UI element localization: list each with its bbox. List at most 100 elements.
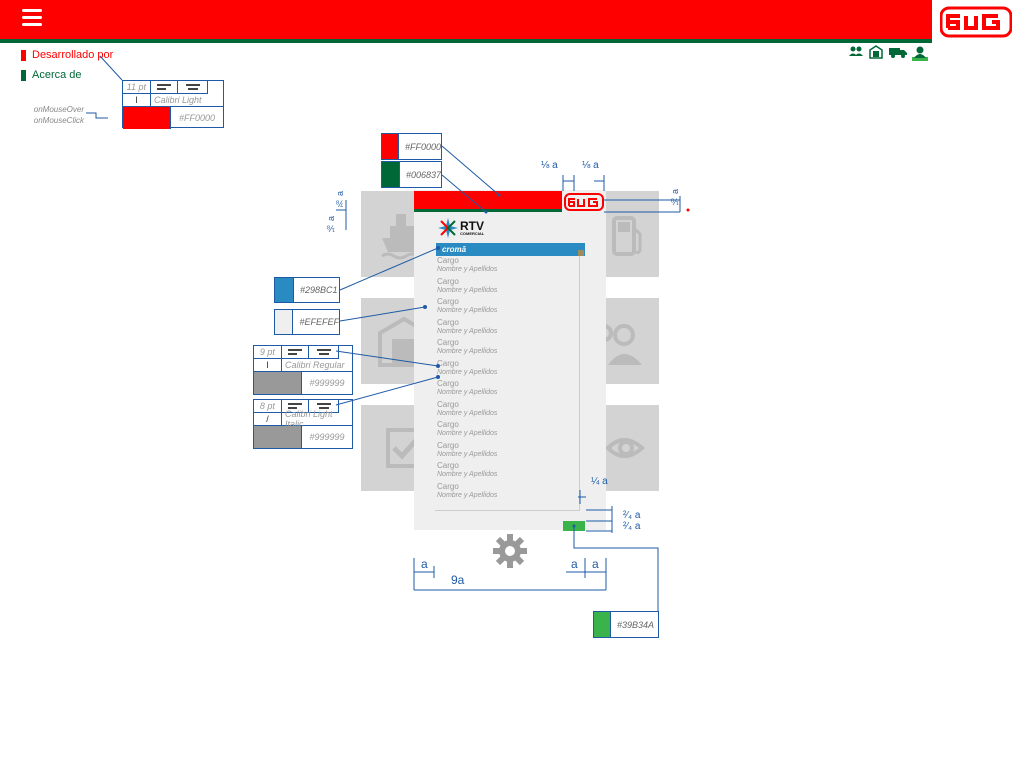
list-item-name: Nombre y Apellidos [437,348,498,355]
menu-item-developed-by[interactable]: Desarrollado por [21,48,113,62]
dim-a: a [421,557,428,571]
list-item-name: Nombre y Apellidos [437,307,498,314]
align-center-icon [178,81,207,93]
menu-item-marker [21,49,26,61]
list-item[interactable]: Cargo Nombre y Apellidos [435,400,579,421]
dim-two-quarters-a: ²⁄₄ a [623,510,641,521]
font-size-label: 9 pt [254,346,282,358]
cargo-typography-spec: 9 pt I Calibri Regular #999999 [253,345,353,395]
settings-gear-icon[interactable] [492,533,528,569]
color-code-label: #006837 [405,169,441,180]
list-item-role: Cargo [437,481,459,491]
design-spec-canvas: Desarrollado por Acerca de 11 pt I Calib… [0,0,1025,769]
color-chip [275,278,294,302]
list-item[interactable]: Cargo Nombre y Apellidos [435,461,579,482]
list-item[interactable]: Cargo Nombre y Apellidos [435,256,579,277]
list-item-role: Cargo [437,317,459,327]
color-chip [123,107,171,129]
building-icon[interactable] [868,45,884,59]
truck-icon[interactable] [888,45,908,59]
phone-header-bar [414,191,562,209]
list-item-name: Nombre y Apellidos [437,409,498,417]
action-button[interactable] [563,521,585,531]
top-bar [0,0,932,39]
list-item-role: Cargo [437,358,459,368]
list-item-name: Nombre y Apellidos [437,450,498,458]
list-item[interactable]: Cargo Nombre y Apellidos [435,297,579,318]
dim-nine-a: 9a [451,573,465,587]
rtv-brand-logo: RTV COMERCIAL [438,218,488,238]
color-code-label: #FF0000 [404,141,441,152]
list-item[interactable]: Cargo Nombre y Apellidos [435,277,579,298]
font-name-label: Calibri Regular [285,360,345,370]
header-icon-group [848,45,928,61]
font-name-label: Calibri Light [154,95,202,105]
color-code-label: #298BC1 [300,285,338,295]
contact-list: Cargo Nombre y Apellidos Cargo Nombre y Ape… [435,256,580,511]
color-swatch-bg: #EFEFEF [274,309,340,335]
dim-eighth-a: ⅛ a [326,216,336,234]
list-item-role: Cargo [437,256,459,265]
list-item[interactable]: Cargo Nombre y Apellidos [435,482,579,503]
list-item-role: Cargo [437,338,459,347]
list-item[interactable]: Cargo Nombre y Apellidos [435,318,579,339]
font-cursor-icon: I [123,94,151,106]
font-cursor-icon: I [254,359,282,371]
dim-a: a [571,557,578,571]
dim-two-quarters-a: ²⁄₄ a [623,521,641,532]
croma-section-bar[interactable]: cromā [436,243,585,256]
top-bar-green-stripe [0,39,932,43]
font-cursor-icon: / [254,413,282,425]
font-size-label: 11 pt [123,81,151,93]
font-name-label: Calibri Light Italic [285,409,333,429]
list-item-name: Nombre y Apellidos [437,471,498,478]
list-item-name: Nombre y Apellidos [437,266,498,273]
mouse-click-label: onMouseClick [33,116,84,125]
list-item-role: Cargo [437,461,459,470]
person-icon[interactable] [912,45,928,61]
font-size-label: 8 pt [254,400,282,412]
dim-seven-eighths-a: ⅞ a [335,191,345,209]
group-icon[interactable] [848,45,864,59]
list-item-role: Cargo [437,379,459,388]
list-item-role: Cargo [437,420,459,429]
list-item-name: Nombre y Apellidos [437,286,498,294]
hamburger-menu-icon[interactable] [22,9,42,29]
list-item[interactable]: Cargo Nombre y Apellidos [435,420,579,441]
color-code-label: #39B34A [617,619,655,630]
interaction-states-label: onMouseOver onMouseClick [20,104,84,126]
list-item-role: Cargo [437,399,459,409]
color-chip [382,162,400,187]
list-item[interactable]: Cargo Nombre y Apellidos [435,441,579,462]
rtv-brand-subtext: COMERCIAL [460,231,485,236]
align-center-icon [309,346,338,358]
menu-item-label: Desarrollado por [32,49,114,61]
align-left-icon [282,346,310,358]
color-swatch-green: #006837 [381,161,442,188]
list-item[interactable]: Cargo Nombre y Apellidos [435,379,579,400]
color-swatch-red: #FF0000 [381,133,442,160]
color-swatch-blue: #298BC1 [274,277,340,303]
company-logo [940,6,1012,38]
list-item-name: Nombre y Apellidos [437,491,498,499]
nombre-typography-spec: 8 pt / Calibri Light Italic #999999 [253,399,353,449]
list-item[interactable]: Cargo Nombre y Apellidos [435,359,579,380]
dim-a: a [592,557,599,571]
color-code-label: #FF0000 [178,113,216,123]
list-item[interactable]: Cargo Nombre y Apellidos [435,338,579,359]
menu-item-marker [21,69,26,81]
color-code-label: #999999 [309,432,345,442]
dim-quarter-a: ¼ a [591,476,608,487]
phone-header-stripe [414,209,562,212]
list-item-role: Cargo [437,440,459,450]
menu-item-label: Acerca de [32,69,82,81]
phone-logo [564,193,604,211]
list-item-name: Nombre y Apellidos [437,389,498,396]
dim-eighth-a: ⅛ a [582,160,599,171]
color-chip [382,134,399,159]
rtv-star-icon [438,218,458,238]
color-chip [594,612,611,637]
list-item-name: Nombre y Apellidos [437,368,498,376]
menu-item-about[interactable]: Acerca de [21,68,82,82]
menu-typography-spec: 11 pt I Calibri Light #FF0000 [122,80,224,129]
